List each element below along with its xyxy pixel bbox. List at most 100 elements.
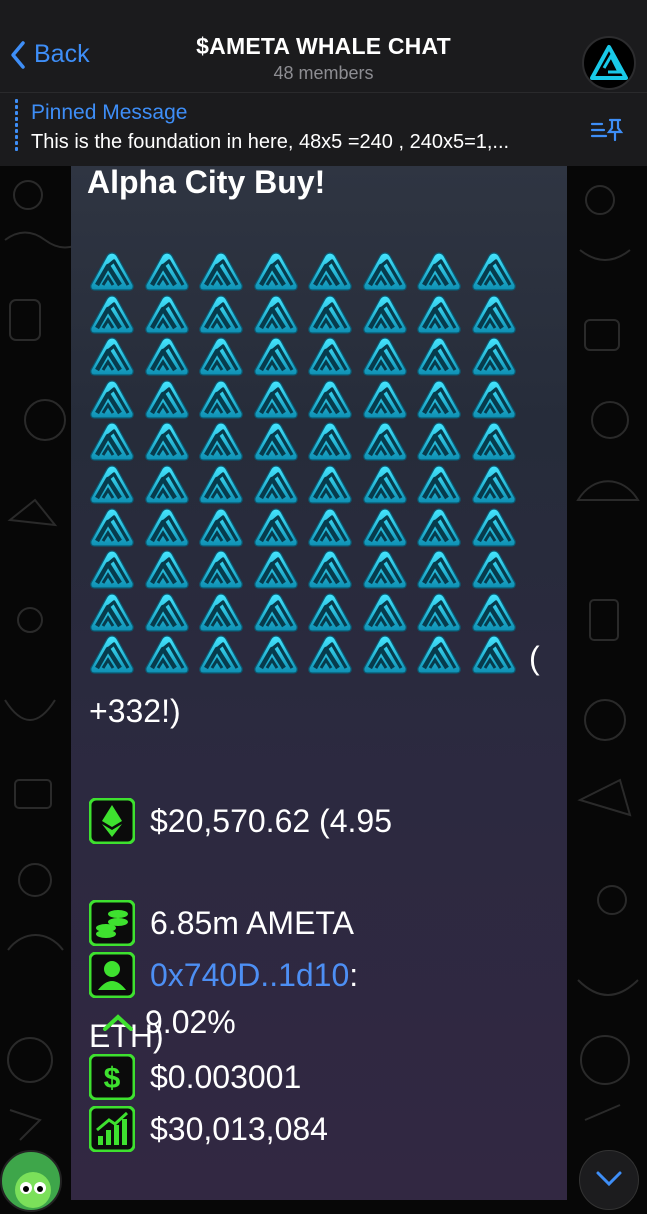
ameta-logo-icon bbox=[362, 378, 417, 420]
chat-title[interactable]: $AMETA WHALE CHAT bbox=[0, 33, 647, 60]
ameta-logo-icon bbox=[253, 293, 308, 335]
emoji-row bbox=[89, 463, 525, 506]
ameta-logo-icon bbox=[307, 591, 362, 633]
member-count: 48 members bbox=[273, 63, 374, 83]
pin-indicator bbox=[15, 99, 18, 157]
ameta-logo-icon bbox=[307, 378, 362, 420]
price-value: $0.003001 bbox=[150, 1058, 302, 1095]
ameta-logo-icon bbox=[307, 293, 362, 335]
ameta-logo-icon bbox=[416, 293, 471, 335]
ameta-logo-icon bbox=[416, 463, 471, 505]
ameta-logo-icon bbox=[416, 591, 471, 633]
ameta-logo-icon bbox=[253, 463, 308, 505]
ameta-logo-icon bbox=[144, 591, 199, 633]
ameta-logo-icon bbox=[362, 293, 417, 335]
ameta-logo-icon bbox=[416, 420, 471, 462]
pinned-list-icon[interactable] bbox=[590, 116, 624, 142]
ameta-logo-icon bbox=[89, 633, 144, 675]
ameta-logo-icon bbox=[307, 548, 362, 590]
ameta-logo-icon bbox=[471, 463, 526, 505]
ameta-logo-icon bbox=[362, 420, 417, 462]
stat-market-cap: $30,013,084 bbox=[89, 1106, 328, 1152]
ameta-logo-icon bbox=[471, 420, 526, 462]
chevron-down-icon bbox=[596, 1171, 622, 1187]
ameta-logo-icon bbox=[471, 250, 526, 292]
ameta-logo-icon bbox=[416, 335, 471, 377]
ameta-logo-icon bbox=[253, 548, 308, 590]
chat-header: Back $AMETA WHALE CHAT 48 members bbox=[0, 0, 647, 92]
emoji-row bbox=[89, 378, 525, 421]
scroll-down-button[interactable] bbox=[579, 1150, 639, 1210]
ameta-logo-icon bbox=[307, 250, 362, 292]
pinned-title: Pinned Message bbox=[31, 101, 188, 124]
ameta-logo-icon bbox=[144, 293, 199, 335]
ameta-logo-icon bbox=[198, 548, 253, 590]
ameta-logo-icon bbox=[144, 420, 199, 462]
ameta-logo-icon bbox=[198, 293, 253, 335]
ameta-logo-icon bbox=[198, 591, 253, 633]
up-arrow-icon bbox=[103, 1013, 133, 1031]
group-avatar[interactable] bbox=[582, 36, 636, 90]
ameta-logo-icon bbox=[471, 378, 526, 420]
ameta-logo-icon bbox=[362, 506, 417, 548]
ameta-logo-icon bbox=[307, 463, 362, 505]
stat-tokens: 6.85m AMETA bbox=[89, 900, 354, 946]
ameta-logo-icon bbox=[362, 250, 417, 292]
ameta-logo-icon bbox=[89, 463, 144, 505]
stat-usd: $20,570.62 (4.95 bbox=[89, 798, 392, 844]
pinned-text: This is the foundation in here, 48x5 =24… bbox=[31, 131, 510, 153]
ameta-logo-icon bbox=[471, 506, 526, 548]
ameta-logo-icon bbox=[471, 591, 526, 633]
sender-avatar[interactable] bbox=[0, 1150, 62, 1212]
ameta-logo-icon bbox=[89, 591, 144, 633]
ameta-logo-icon bbox=[89, 548, 144, 590]
ameta-logo-icon bbox=[471, 633, 526, 675]
ameta-logo-icon bbox=[253, 420, 308, 462]
ameta-logo-icon bbox=[416, 506, 471, 548]
emoji-row bbox=[89, 335, 525, 378]
ethereum-icon bbox=[89, 798, 135, 844]
ameta-logo-icon bbox=[307, 633, 362, 675]
ameta-logo-icon bbox=[89, 250, 144, 292]
ameta-logo-icon bbox=[362, 633, 417, 675]
market-cap-value: $30,013,084 bbox=[150, 1110, 328, 1147]
ameta-logo-icon bbox=[307, 335, 362, 377]
stat-buyer: 0x740D..1d10: bbox=[89, 952, 358, 998]
buyer-suffix: : bbox=[349, 956, 359, 993]
ameta-logo-icon bbox=[362, 335, 417, 377]
ameta-logo-icon bbox=[198, 378, 253, 420]
buyer-address-link[interactable]: 0x740D..1d10 bbox=[150, 957, 349, 993]
ameta-logo-icon bbox=[416, 378, 471, 420]
user-icon bbox=[89, 952, 135, 998]
ameta-logo-icon bbox=[471, 335, 526, 377]
ameta-logo-icon bbox=[198, 335, 253, 377]
emoji-row bbox=[89, 591, 525, 634]
ameta-logo-icon bbox=[307, 506, 362, 548]
ameta-logo-icon bbox=[198, 633, 253, 675]
pinned-message-bar[interactable]: Pinned Message This is the foundation in… bbox=[0, 92, 647, 166]
ameta-logo-icon bbox=[144, 548, 199, 590]
message-bubble[interactable]: Alpha City Buy! ( +332!) $20,570.62 (4.9… bbox=[71, 164, 567, 1200]
ameta-logo-icon bbox=[362, 548, 417, 590]
dollar-icon: $ bbox=[89, 1054, 135, 1100]
ameta-logo-icon bbox=[89, 293, 144, 335]
ameta-logo-icon bbox=[307, 420, 362, 462]
ameta-logo-icon bbox=[144, 335, 199, 377]
ameta-logo-icon bbox=[144, 633, 199, 675]
ameta-logo-icon bbox=[253, 378, 308, 420]
stat-percent: 9.02% bbox=[101, 1004, 236, 1041]
ameta-logo-icon bbox=[144, 463, 199, 505]
ameta-logo-icon bbox=[198, 506, 253, 548]
percent-value: 9.02% bbox=[145, 1004, 236, 1040]
ameta-logo-icon bbox=[253, 633, 308, 675]
ameta-logo-icon bbox=[471, 293, 526, 335]
token-amount: 6.85m AMETA bbox=[150, 904, 354, 941]
ameta-logo-icon bbox=[471, 548, 526, 590]
ameta-logo-icon bbox=[590, 45, 628, 80]
emoji-row bbox=[89, 250, 525, 293]
ameta-logo-icon bbox=[198, 250, 253, 292]
avatar-face-icon bbox=[15, 1172, 51, 1208]
ameta-logo-icon bbox=[362, 463, 417, 505]
ameta-logo-icon bbox=[198, 463, 253, 505]
ameta-logo-icon bbox=[362, 591, 417, 633]
